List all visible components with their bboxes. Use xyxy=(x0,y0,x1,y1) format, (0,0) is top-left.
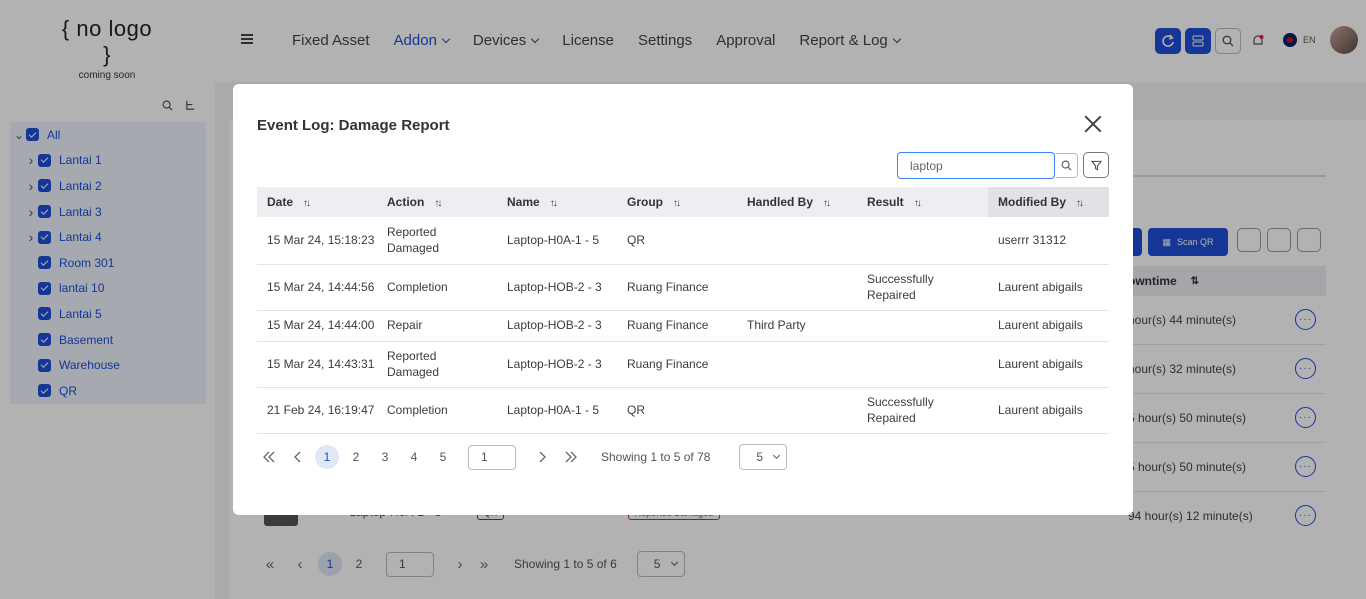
table-header-row: Date ↑↓ Action ↑↓ Name ↑↓ Group ↑↓ Handled By ↑↓ R… xyxy=(257,187,1109,217)
cell-name: Laptop-HOB-2 - 3 xyxy=(497,264,617,311)
prev-page-icon[interactable] xyxy=(286,445,310,469)
page-5-button[interactable]: 5 xyxy=(431,445,455,469)
column-header-label: Modified By xyxy=(998,195,1066,209)
page-3-button[interactable]: 3 xyxy=(373,445,397,469)
column-header-label: Date xyxy=(267,195,294,209)
filter-icon xyxy=(1090,160,1102,170)
cell-handled-by xyxy=(737,341,857,388)
cell-result: Successfully Repaired xyxy=(857,387,988,434)
table-body: 15 Mar 24, 15:18:23 Reported Damaged Lapto… xyxy=(257,217,1109,434)
first-page-icon[interactable] xyxy=(257,445,281,469)
cell-action: Reported Damaged xyxy=(377,217,497,265)
column-header-label: Handled By xyxy=(747,195,814,209)
search-button[interactable] xyxy=(1056,153,1078,178)
column-header-result[interactable]: Result ↑↓ xyxy=(857,187,988,217)
cell-date: 15 Mar 24, 15:18:23 xyxy=(257,217,377,265)
last-page-icon[interactable] xyxy=(559,445,583,469)
sort-icon[interactable]: ↑↓ xyxy=(1076,198,1084,209)
cell-modified-by: userrr 31312 xyxy=(988,217,1109,265)
cell-action: Completion xyxy=(377,264,497,311)
column-header-label: Name xyxy=(507,195,540,209)
per-page-select[interactable]: 5 xyxy=(739,444,788,470)
cell-result xyxy=(857,310,988,342)
table-row[interactable]: 15 Mar 24, 14:43:31 Reported Damaged Lapto… xyxy=(257,341,1109,388)
cell-result: Successfully Repaired xyxy=(857,264,988,311)
cell-modified-by: Laurent abigails xyxy=(988,341,1109,388)
sort-icon[interactable]: ↑↓ xyxy=(673,198,681,209)
column-header-action[interactable]: Action ↑↓ xyxy=(377,187,497,217)
search-input[interactable]: laptop xyxy=(897,152,1055,179)
column-header-group[interactable]: Group ↑↓ xyxy=(617,187,737,217)
cell-group: Ruang Finance xyxy=(617,341,737,388)
table-row[interactable]: 15 Mar 24, 14:44:56 Completion Laptop-HOB-… xyxy=(257,264,1109,311)
showing-text: Showing 1 to 5 of 78 xyxy=(601,450,711,464)
cell-action: Repair xyxy=(377,310,497,342)
cell-date: 15 Mar 24, 14:44:00 xyxy=(257,310,377,342)
column-header-label: Action xyxy=(387,195,425,209)
event-log-table: Date ↑↓ Action ↑↓ Name ↑↓ Group ↑↓ Handled By ↑↓ R… xyxy=(257,187,1109,434)
cell-date: 15 Mar 24, 14:44:56 xyxy=(257,264,377,311)
cell-modified-by: Laurent abigails xyxy=(988,387,1109,434)
page-input[interactable]: 1 xyxy=(468,444,516,470)
sort-icon[interactable]: ↑↓ xyxy=(550,198,558,209)
per-page-value: 5 xyxy=(756,450,764,464)
next-page-icon[interactable] xyxy=(530,445,554,469)
cell-group: Ruang Finance xyxy=(617,264,737,311)
table-row[interactable]: 15 Mar 24, 14:44:00 Repair Laptop-HOB-2 - … xyxy=(257,310,1109,342)
search-icon xyxy=(1061,160,1072,171)
cell-name: Laptop-HOB-2 - 3 xyxy=(497,310,617,342)
sort-icon[interactable]: ↑↓ xyxy=(823,198,831,209)
sort-icon[interactable]: ↑↓ xyxy=(303,198,311,209)
cell-action: Completion xyxy=(377,387,497,434)
column-header-label: Result xyxy=(867,195,904,209)
cell-result xyxy=(857,217,988,265)
close-icon[interactable] xyxy=(1084,115,1102,133)
column-header-label: Group xyxy=(627,195,663,209)
cell-date: 21 Feb 24, 16:19:47 xyxy=(257,387,377,434)
cell-result xyxy=(857,341,988,388)
filter-button[interactable] xyxy=(1083,152,1109,178)
column-header-name[interactable]: Name ↑↓ xyxy=(497,187,617,217)
sort-icon[interactable]: ↑↓ xyxy=(434,198,442,209)
cell-group: QR xyxy=(617,217,737,265)
cell-name: Laptop-HOB-2 - 3 xyxy=(497,341,617,388)
cell-modified-by: Laurent abigails xyxy=(988,310,1109,342)
sort-icon[interactable]: ↑↓ xyxy=(914,198,922,209)
cell-group: Ruang Finance xyxy=(617,310,737,342)
cell-name: Laptop-H0A-1 - 5 xyxy=(497,387,617,434)
modal-title: Event Log: Damage Report xyxy=(257,117,450,134)
cell-modified-by: Laurent abigails xyxy=(988,264,1109,311)
page-list: 12345 xyxy=(315,445,460,469)
modal-pagination: 12345 1 Showing 1 to 5 of 78 5 xyxy=(257,444,788,470)
cell-handled-by xyxy=(737,387,857,434)
page-1-button[interactable]: 1 xyxy=(315,445,339,469)
cell-name: Laptop-H0A-1 - 5 xyxy=(497,217,617,265)
column-header-date[interactable]: Date ↑↓ xyxy=(257,187,377,217)
page-4-button[interactable]: 4 xyxy=(402,445,426,469)
chevron-down-icon xyxy=(773,451,781,460)
cell-handled-by xyxy=(737,264,857,311)
column-header-modified-by[interactable]: Modified By ↑↓ xyxy=(988,187,1109,217)
cell-handled-by xyxy=(737,217,857,265)
cell-date: 15 Mar 24, 14:43:31 xyxy=(257,341,377,388)
cell-action: Reported Damaged xyxy=(377,341,497,388)
table-row[interactable]: 21 Feb 24, 16:19:47 Completion Laptop-H0A-… xyxy=(257,387,1109,434)
cell-group: QR xyxy=(617,387,737,434)
event-log-modal: Event Log: Damage Report laptop Date ↑↓ Ac… xyxy=(233,84,1133,515)
page-2-button[interactable]: 2 xyxy=(344,445,368,469)
cell-handled-by: Third Party xyxy=(737,310,857,342)
column-header-handled-by[interactable]: Handled By ↑↓ xyxy=(737,187,857,217)
table-row[interactable]: 15 Mar 24, 15:18:23 Reported Damaged Lapto… xyxy=(257,217,1109,265)
